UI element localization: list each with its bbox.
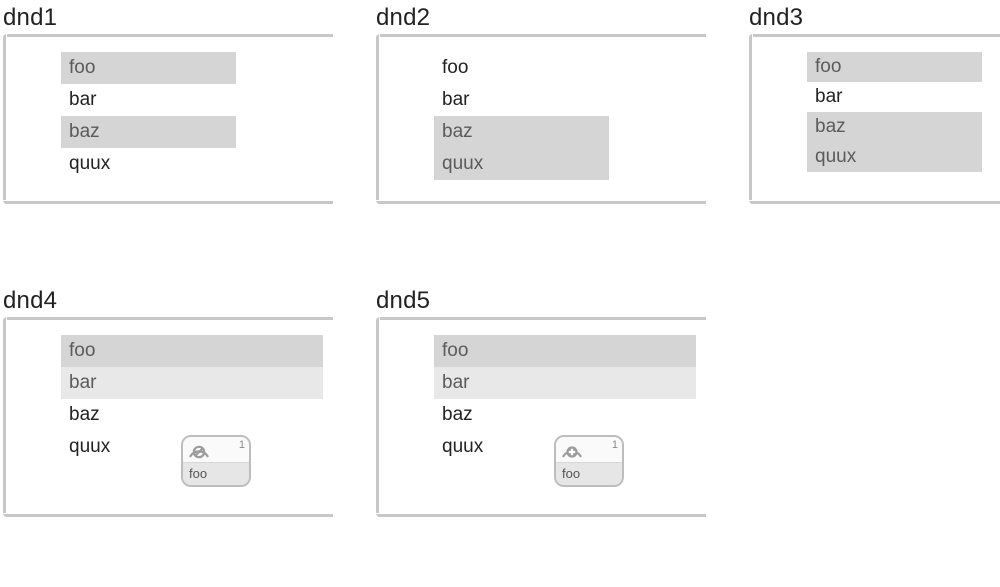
copy-add-icon xyxy=(561,441,583,459)
panel-left-rule xyxy=(376,34,380,204)
selection-group[interactable]: baz quux xyxy=(434,116,609,180)
example-dnd4: dnd4 foo bar baz quux 1 foo xyxy=(3,287,333,517)
panel-title: dnd3 xyxy=(749,4,1000,32)
list-item[interactable]: bar xyxy=(434,367,696,399)
panel-title: dnd1 xyxy=(3,4,333,32)
drag-label: foo xyxy=(183,463,249,485)
list-item[interactable]: bar xyxy=(434,84,609,116)
list-item[interactable]: quux xyxy=(61,148,236,180)
example-dnd2: dnd2 foo bar baz quux xyxy=(376,4,706,204)
example-dnd3: dnd3 foo bar baz quux xyxy=(749,4,1000,204)
list-item[interactable]: baz xyxy=(61,399,323,431)
list-item[interactable]: baz xyxy=(61,116,236,148)
list-item[interactable]: baz xyxy=(434,116,609,148)
panel-body: foo bar baz quux 1 foo xyxy=(376,317,706,517)
list-item[interactable]: quux xyxy=(434,148,609,180)
list-item[interactable]: bar xyxy=(61,84,236,116)
item-list[interactable]: foo bar baz quux xyxy=(807,52,982,172)
list-item[interactable]: foo xyxy=(61,52,236,84)
list-item[interactable]: foo xyxy=(61,335,323,367)
item-list[interactable]: foo bar baz quux xyxy=(61,52,236,180)
drag-label: foo xyxy=(556,463,622,485)
drag-avatar-header: 1 xyxy=(556,437,622,463)
drag-count: 1 xyxy=(239,439,245,451)
list-item[interactable]: foo xyxy=(434,52,609,84)
drag-count: 1 xyxy=(612,439,618,451)
panel-title: dnd2 xyxy=(376,4,706,32)
panel-left-rule xyxy=(376,317,380,517)
panel-body: foo bar baz quux 1 foo xyxy=(3,317,333,517)
drag-avatar-header: 1 xyxy=(183,437,249,463)
example-dnd5: dnd5 foo bar baz quux 1 foo xyxy=(376,287,706,517)
list-item[interactable]: bar xyxy=(807,82,982,112)
list-item[interactable]: foo xyxy=(807,52,982,82)
drag-avatar[interactable]: 1 foo xyxy=(554,435,624,487)
panel-left-rule xyxy=(749,34,753,204)
selection-group[interactable]: baz quux xyxy=(807,112,982,172)
list-item[interactable]: baz xyxy=(807,112,982,142)
list-item[interactable]: quux xyxy=(807,142,982,172)
list-item[interactable]: foo xyxy=(434,335,696,367)
panel-body: foo bar baz quux xyxy=(749,34,1000,204)
example-dnd1: dnd1 foo bar baz quux xyxy=(3,4,333,204)
list-item[interactable]: bar xyxy=(61,367,323,399)
list-item[interactable]: baz xyxy=(434,399,696,431)
drag-avatar[interactable]: 1 foo xyxy=(181,435,251,487)
panel-left-rule xyxy=(3,34,7,204)
no-drop-icon xyxy=(188,441,210,459)
panel-title: dnd5 xyxy=(376,287,706,315)
panel-title: dnd4 xyxy=(3,287,333,315)
panel-left-rule xyxy=(3,317,7,517)
panel-body: foo bar baz quux xyxy=(3,34,333,204)
panel-body: foo bar baz quux xyxy=(376,34,706,204)
item-list[interactable]: foo bar baz quux xyxy=(434,52,609,180)
